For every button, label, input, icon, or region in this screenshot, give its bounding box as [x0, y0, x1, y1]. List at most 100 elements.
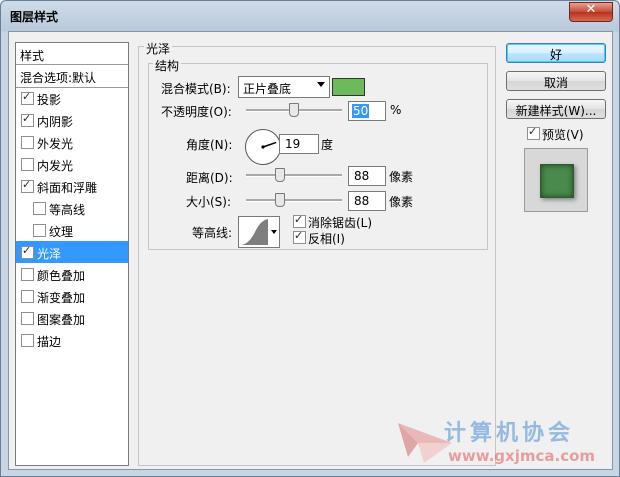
style-item-label: 外发光 — [37, 137, 74, 151]
style-item[interactable]: 颜色叠加 — [16, 263, 128, 285]
sheen-group-title: 光泽 — [144, 40, 173, 57]
size-slider-track — [246, 199, 342, 202]
opacity-unit: % — [390, 103, 402, 117]
dialog-client: 样式 混合选项:默认 投影内阴影外发光内发光斜面和浮雕等高线纹理光泽颜色叠加渐变… — [8, 31, 613, 470]
opacity-value: 50 — [352, 104, 370, 118]
styles-list-header[interactable]: 样式 — [16, 43, 128, 65]
style-item-checkbox[interactable] — [21, 334, 34, 347]
blend-mode-label: 混合模式(B): — [161, 82, 231, 96]
size-value: 88 — [354, 194, 370, 208]
size-slider[interactable] — [246, 191, 342, 211]
distance-value: 88 — [354, 169, 370, 183]
style-preview — [524, 148, 588, 212]
style-item-checkbox[interactable] — [21, 112, 34, 127]
angle-unit: 度 — [321, 138, 334, 152]
angle-input[interactable]: 19 — [279, 134, 319, 154]
style-item[interactable]: 图案叠加 — [16, 307, 128, 329]
style-item[interactable]: 斜面和浮雕 — [16, 175, 128, 197]
size-label: 大小(S): — [186, 195, 232, 209]
size-input[interactable]: 88 — [348, 191, 386, 211]
style-item-label: 图案叠加 — [37, 313, 86, 327]
dialog-title: 图层样式 — [10, 10, 59, 24]
chevron-down-icon — [317, 82, 325, 87]
style-item-label: 描边 — [37, 335, 62, 349]
style-item-checkbox[interactable] — [21, 268, 34, 281]
watermark-logo: 计算机协会 www.gxjmca.com — [396, 409, 611, 469]
angle-value: 19 — [285, 137, 301, 151]
opacity-slider-thumb[interactable] — [289, 103, 299, 117]
style-item-checkbox[interactable] — [21, 136, 34, 149]
blend-mode-select[interactable]: 正片叠底 — [238, 76, 330, 98]
watermark-url: www.gxjmca.com — [448, 447, 596, 465]
chevron-down-icon — [271, 230, 277, 234]
invert-checkbox[interactable]: ✓ — [293, 229, 306, 244]
preview-checkbox[interactable]: ✓ — [527, 125, 540, 140]
antialias-checkbox[interactable]: ✓ — [293, 213, 306, 228]
check-icon: ✓ — [294, 213, 304, 226]
angle-label: 角度(N): — [186, 138, 233, 152]
style-item[interactable]: 投影 — [16, 87, 128, 109]
style-item-label: 内阴影 — [37, 115, 74, 129]
cancel-button[interactable]: 取消 — [506, 71, 606, 91]
style-item-checkbox[interactable] — [21, 178, 34, 193]
style-item-label: 渐变叠加 — [37, 291, 86, 305]
contour-picker[interactable] — [238, 216, 280, 248]
styles-list: 样式 混合选项:默认 投影内阴影外发光内发光斜面和浮雕等高线纹理光泽颜色叠加渐变… — [15, 42, 129, 466]
style-item-checkbox[interactable] — [33, 224, 46, 237]
ok-button[interactable]: 好 — [506, 43, 606, 63]
close-button[interactable]: ✕ — [569, 2, 613, 22]
style-item-checkbox[interactable] — [33, 202, 46, 215]
style-item-label: 内发光 — [37, 159, 74, 173]
style-item[interactable]: 渐变叠加 — [16, 285, 128, 307]
opacity-slider[interactable] — [246, 101, 342, 121]
style-item-checkbox[interactable] — [21, 244, 34, 259]
style-item[interactable]: 纹理 — [16, 219, 128, 241]
cancel-button-label: 取消 — [543, 76, 568, 90]
style-item[interactable]: 等高线 — [16, 197, 128, 219]
distance-slider-thumb[interactable] — [274, 168, 285, 182]
style-item-checkbox[interactable] — [21, 90, 34, 105]
style-item[interactable]: 内阴影 — [16, 109, 128, 131]
new-style-button[interactable]: 新建样式(W)... — [506, 99, 606, 119]
style-item-checkbox[interactable] — [21, 290, 34, 303]
size-unit: 像素 — [389, 195, 414, 209]
check-icon: ✓ — [528, 125, 538, 138]
style-item-label: 斜面和浮雕 — [37, 181, 98, 195]
contour-label: 等高线: — [192, 226, 233, 240]
contour-curve-icon — [241, 219, 268, 245]
style-item[interactable]: 光泽 — [16, 241, 128, 263]
style-preview-swatch — [540, 164, 574, 198]
new-style-button-label: 新建样式(W)... — [515, 104, 597, 118]
distance-label: 距离(D): — [186, 171, 233, 185]
opacity-label: 不透明度(O): — [161, 105, 232, 119]
close-icon: ✕ — [585, 2, 597, 17]
title-bar[interactable]: 图层样式 ✕ — [1, 1, 619, 31]
blend-mode-value: 正片叠底 — [243, 82, 292, 96]
style-item-label: 光泽 — [37, 247, 62, 261]
distance-slider[interactable] — [246, 166, 342, 186]
style-item[interactable]: 描边 — [16, 329, 128, 351]
style-item[interactable]: 内发光 — [16, 153, 128, 175]
blending-options-item[interactable]: 混合选项:默认 — [16, 65, 128, 88]
preview-label: 预览(V) — [542, 128, 584, 142]
style-item-label: 颜色叠加 — [37, 269, 86, 283]
style-item[interactable]: 外发光 — [16, 131, 128, 153]
layer-style-dialog: 图层样式 ✕ 样式 混合选项:默认 投影内阴影外发光内发光斜面和浮雕等高线纹理光… — [0, 0, 620, 477]
style-item-label: 等高线 — [49, 203, 86, 217]
angle-dial[interactable] — [245, 129, 281, 165]
ok-button-label: 好 — [549, 48, 562, 62]
distance-unit: 像素 — [389, 170, 414, 184]
distance-input[interactable]: 88 — [348, 166, 386, 186]
size-slider-thumb[interactable] — [274, 193, 285, 207]
style-item-checkbox[interactable] — [21, 158, 34, 171]
style-item-checkbox[interactable] — [21, 312, 34, 325]
opacity-input[interactable]: 50 — [348, 101, 386, 121]
blend-color-swatch[interactable] — [332, 78, 365, 96]
antialias-label: 消除锯齿(L) — [308, 216, 373, 230]
structure-group-title: 结构 — [153, 57, 182, 74]
blending-options-label: 混合选项:默认 — [20, 71, 97, 85]
style-item-label: 投影 — [37, 93, 62, 107]
check-icon: ✓ — [294, 229, 304, 242]
style-item-label: 纹理 — [49, 225, 74, 239]
styles-header-label: 样式 — [20, 49, 45, 63]
